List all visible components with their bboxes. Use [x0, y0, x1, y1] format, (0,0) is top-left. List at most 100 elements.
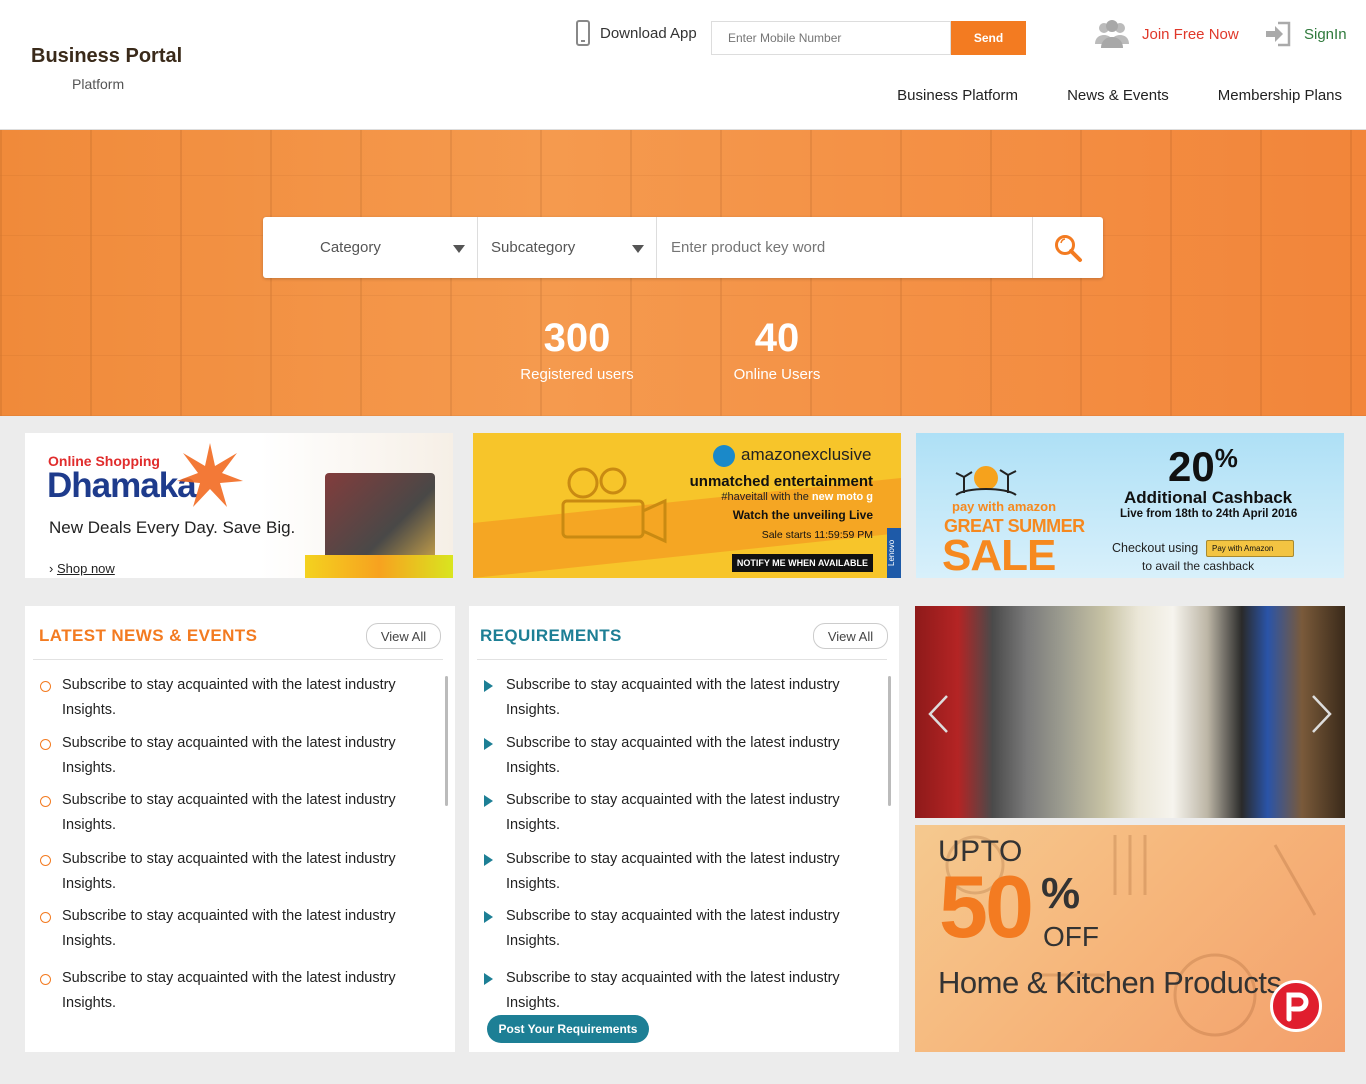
notify-me-button[interactable]: NOTIFY ME WHEN AVAILABLE — [731, 554, 873, 572]
cashback-dates: Live from 18th to 24th April 2016 — [1120, 508, 1298, 520]
list-item-text: Subscribe to stay acquainted with the la… — [62, 792, 396, 833]
news-events-panel: LATEST NEWS & EVENTS View All Subscribe … — [25, 606, 455, 1052]
sign-in-icon — [1266, 21, 1291, 47]
chevron-right-icon: › — [49, 561, 54, 576]
mobile-phone-icon — [576, 20, 590, 46]
starburst-icon — [177, 443, 243, 507]
search-button[interactable] — [1033, 217, 1103, 278]
signin-link[interactable]: SignIn — [1264, 20, 1347, 48]
cashback-percent-value: 20 — [1168, 443, 1215, 490]
chevron-down-icon — [453, 245, 465, 253]
cashback-percent-sign: % — [1214, 443, 1238, 473]
shop-now-link[interactable]: › Shop now — [49, 561, 115, 576]
chevron-down-icon — [632, 245, 644, 253]
list-item[interactable]: Subscribe to stay acquainted with the la… — [39, 788, 439, 838]
send-button[interactable]: Send — [951, 21, 1026, 55]
promo-label: Home & Kitchen Products — [938, 965, 1282, 1000]
list-item[interactable]: Subscribe to stay acquainted with the la… — [483, 673, 883, 723]
subcategory-select[interactable]: Subcategory — [478, 217, 657, 278]
stat-value: 40 — [754, 316, 800, 360]
join-label: Join Free Now — [1142, 25, 1239, 43]
list-item-text: Subscribe to stay acquainted with the la… — [506, 792, 840, 833]
banner-shopping-dhamaka[interactable]: Online Shopping Dhamaka New Deals Every … — [25, 433, 453, 578]
promo-percent: % — [1041, 869, 1081, 918]
stat-label: Registered users — [520, 366, 634, 383]
banner-sale-time: Sale starts 11:59:59 PM — [761, 529, 873, 541]
lenovo-tag: Lenovo — [887, 528, 901, 578]
list-item-text: Subscribe to stay acquainted with the la… — [506, 970, 840, 1011]
divider — [477, 659, 887, 660]
banner-hashtag-line: #haveitall with the new moto g — [721, 491, 873, 503]
banner-product: new moto g — [811, 491, 873, 503]
stat-online: 40 Online Users — [687, 316, 867, 383]
brand-title[interactable]: Business Portal — [31, 45, 182, 68]
divider — [33, 659, 443, 660]
requirements-scrollbar[interactable] — [888, 676, 891, 806]
join-free-link[interactable]: Join Free Now — [1094, 18, 1239, 50]
list-item[interactable]: Subscribe to stay acquainted with the la… — [483, 731, 883, 781]
list-item-text: Subscribe to stay acquainted with the la… — [62, 677, 396, 718]
requirements-list: Subscribe to stay acquainted with the la… — [483, 666, 883, 1016]
nav-news-events[interactable]: News & Events — [1067, 87, 1169, 104]
triangle-bullet-icon — [484, 973, 493, 985]
banner-tagline: New Deals Every Day. Save Big. — [49, 518, 296, 537]
mobile-number-input[interactable] — [711, 21, 951, 55]
banner-watch-line: Watch the unveiling Live — [732, 508, 873, 522]
avail-cashback-text: to avail the cashback — [1142, 559, 1255, 573]
list-item[interactable]: Subscribe to stay acquainted with the la… — [483, 966, 883, 1016]
triangle-bullet-icon — [484, 738, 493, 750]
shop-now-label: Shop now — [56, 561, 115, 576]
banner-hashtag: #haveitall with the — [721, 491, 809, 503]
list-item-text: Subscribe to stay acquainted with the la… — [62, 970, 396, 1011]
requirements-panel: REQUIREMENTS View All Subscribe to stay … — [469, 606, 899, 1052]
requirements-view-all-button[interactable]: View All — [813, 623, 888, 649]
p-letter-icon — [1286, 992, 1309, 1022]
list-item-text: Subscribe to stay acquainted with the la… — [506, 735, 840, 776]
sun-palm-icon — [955, 466, 1017, 496]
download-app-label: Download App — [600, 24, 697, 42]
chevron-left-icon[interactable] — [927, 694, 949, 734]
post-requirements-button[interactable]: Post Your Requirements — [487, 1015, 649, 1043]
news-view-all-button[interactable]: View All — [366, 623, 441, 649]
chevron-right-icon[interactable] — [1311, 694, 1333, 734]
circle-bullet-icon — [40, 974, 51, 985]
kitchen-promo-banner[interactable]: UPTO 50 % OFF Home & Kitchen Products — [915, 825, 1345, 1052]
users-icon — [1095, 20, 1129, 48]
banner-amazon-exclusive[interactable]: amazonexclusive unmatched entertainment … — [473, 433, 901, 578]
signin-label: SignIn — [1304, 25, 1347, 43]
news-scrollbar[interactable] — [445, 676, 448, 806]
nav-membership-plans[interactable]: Membership Plans — [1218, 87, 1342, 104]
header: Business Portal Platform Download App Se… — [0, 0, 1366, 130]
circle-bullet-icon — [40, 796, 51, 807]
nav-business-platform[interactable]: Business Platform — [897, 87, 1018, 104]
list-item[interactable]: Subscribe to stay acquainted with the la… — [483, 904, 883, 954]
category-select[interactable]: Category — [263, 217, 478, 278]
pay-with-amazon-button[interactable]: Pay with Amazon — [1206, 540, 1294, 557]
brand-subtitle: Platform — [72, 76, 125, 92]
download-app-link[interactable]: Download App — [576, 20, 697, 46]
list-item[interactable]: Subscribe to stay acquainted with the la… — [39, 847, 439, 897]
stat-label: Online Users — [733, 366, 821, 383]
list-item[interactable]: Subscribe to stay acquainted with the la… — [483, 788, 883, 838]
paytm-logo-icon — [1270, 980, 1322, 1032]
circle-bullet-icon — [40, 739, 51, 750]
product-collage-image — [325, 473, 435, 568]
list-item[interactable]: Subscribe to stay acquainted with the la… — [483, 847, 883, 897]
list-item[interactable]: Subscribe to stay acquainted with the la… — [39, 904, 439, 954]
list-item-text: Subscribe to stay acquainted with the la… — [506, 908, 840, 949]
cashback-title: Additional Cashback — [1124, 488, 1293, 507]
list-item[interactable]: Subscribe to stay acquainted with the la… — [39, 673, 439, 723]
circle-bullet-icon — [40, 855, 51, 866]
list-item[interactable]: Subscribe to stay acquainted with the la… — [39, 731, 439, 781]
circle-bullet-icon — [40, 912, 51, 923]
news-list: Subscribe to stay acquainted with the la… — [39, 666, 439, 1016]
search-icon — [1055, 234, 1082, 262]
stat-value: 300 — [543, 316, 611, 360]
banner-summer-sale[interactable]: pay with amazon GREAT SUMMER SALE 20% Ad… — [916, 433, 1344, 578]
banner-line2: Dhamaka — [47, 466, 197, 505]
list-item-text: Subscribe to stay acquainted with the la… — [506, 851, 840, 892]
product-keyword-input[interactable] — [657, 217, 1033, 278]
summer-sale-line2: SALE — [942, 531, 1056, 578]
pay-with-amazon-label: pay with amazon — [952, 499, 1057, 514]
list-item[interactable]: Subscribe to stay acquainted with the la… — [39, 966, 439, 1016]
